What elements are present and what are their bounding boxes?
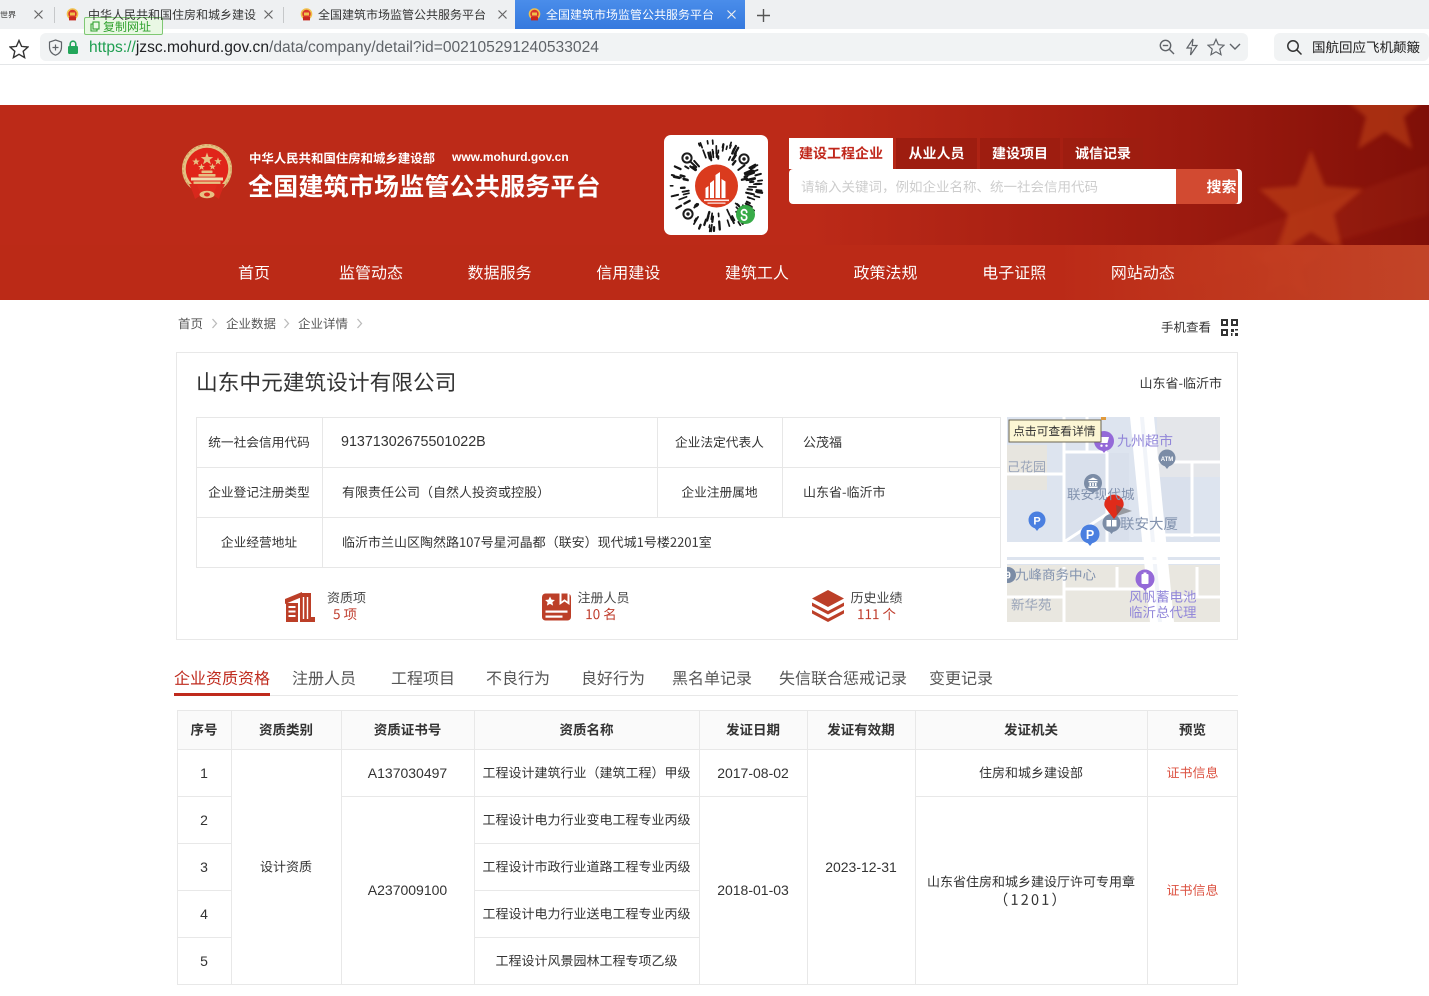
svg-text:P: P: [1086, 528, 1094, 542]
svg-text:P: P: [1033, 516, 1040, 528]
svg-text:9: 9: [1007, 571, 1011, 582]
svg-text:ATM: ATM: [1161, 457, 1174, 463]
